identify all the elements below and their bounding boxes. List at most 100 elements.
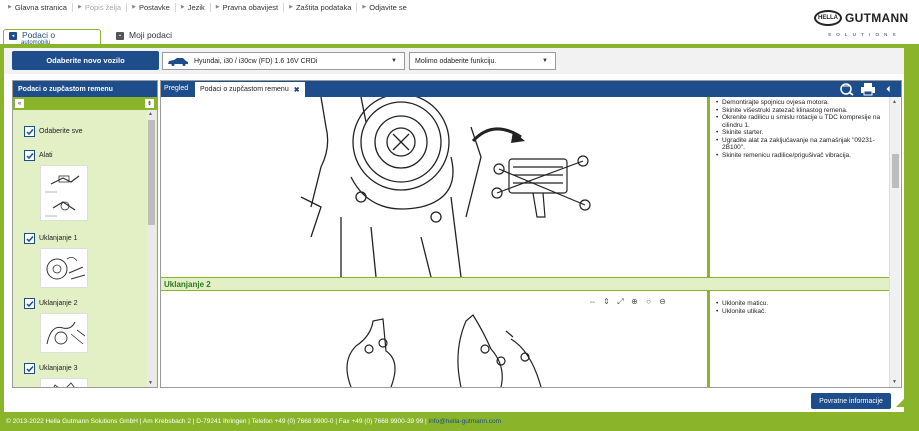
list-item-removal-1[interactable]: Uklanjanje 1 — [24, 233, 78, 244]
vehicle-selection-bar: Odaberite novo vozilo Hyundai, i30 / i30… — [4, 48, 904, 74]
tab-marker-icon: ◂ — [9, 32, 17, 40]
step-item: Uklonite maticu. — [716, 300, 885, 308]
nav-arrow-icon: ▶ — [215, 4, 220, 10]
nav-settings[interactable]: ▶ Postavke — [127, 2, 176, 12]
removal-1-thumbnail[interactable] — [40, 248, 88, 288]
gutmann-wordmark: GUTMANN — [845, 11, 909, 25]
zoom-out-icon[interactable]: ⊖ — [656, 296, 669, 307]
nav-arrow-icon: ▶ — [77, 4, 82, 10]
left-panel-scrollbar[interactable]: ▲ ▼ — [147, 110, 156, 387]
list-item-removal-2[interactable]: Uklanjanje 2 — [24, 298, 78, 309]
removal-2-steps: Uklonite maticu. Uklonite utikač. — [716, 300, 885, 315]
nav-privacy[interactable]: ▶ Zaštita podataka — [284, 2, 358, 12]
scroll-up-icon[interactable]: ▲ — [148, 111, 153, 117]
scroll-up-icon[interactable]: ▲ — [892, 99, 897, 105]
timing-belt-tree-panel: Podaci o zupčastom remenu « ⇟ Odaberite … — [12, 80, 158, 388]
nav-wishlist: ▶ Popis želja — [73, 2, 128, 12]
removal-2-illustration: ⇔ ⇕ ⤢ ⊕ ○ ⊖ — [161, 291, 707, 387]
tab-vehicle-data[interactable]: ◂ Podaci o automobilu — [3, 29, 101, 45]
tab-my-data[interactable]: ▪ Moji podaci — [116, 30, 172, 40]
vehicle-dropdown[interactable]: Hyundai, i30 / i30cw (FD) 1.6 16V CRDi ▼ — [162, 52, 405, 70]
fit-width-icon[interactable]: ⇔ — [586, 296, 599, 307]
left-panel-toolbar: « ⇟ — [13, 97, 157, 110]
select-new-vehicle-button[interactable]: Odaberite novo vozilo — [12, 51, 159, 70]
list-item-tools[interactable]: Alati — [24, 150, 53, 161]
step-item: Skinite remenicu radilice/prigušivač vib… — [716, 152, 885, 160]
nav-arrow-icon: ▶ — [180, 4, 185, 10]
tab-marker-icon: ▪ — [116, 31, 124, 40]
nav-arrow-icon: ▶ — [362, 4, 367, 10]
scrollbar-thumb[interactable] — [148, 120, 155, 225]
zoom-reset-icon[interactable]: ○ — [642, 296, 655, 307]
content-tab-bar: Pregled Podaci o zupčastom remenu ✖ — [161, 81, 901, 97]
step-item: Skinite starter. — [716, 129, 885, 137]
removal-1-instructions: Demontirajte spojnicu ovjesa motora. Ski… — [709, 97, 889, 277]
checkbox-checked-icon[interactable] — [24, 150, 35, 161]
left-panel-title: Podaci o zupčastom remenu — [13, 81, 157, 97]
footer-text: © 2013-2022 Hella Gutmann Solutions GmbH… — [6, 418, 427, 425]
resize-corner-icon — [896, 399, 904, 407]
removal-2-thumbnail[interactable] — [40, 313, 88, 353]
list-item-select-all[interactable]: Odaberite sve — [24, 126, 83, 137]
removal-1-drawing-icon — [46, 257, 86, 280]
nav-language[interactable]: ▶ Jezik — [176, 2, 211, 12]
step-item: Ugradite alat za zaključavanje na zamašn… — [716, 137, 885, 152]
footer: © 2013-2022 Hella Gutmann Solutions GmbH… — [0, 412, 919, 431]
checkbox-checked-icon[interactable] — [24, 233, 35, 244]
section-list: Odaberite sve Alati Uklanjanje 1 Uklanja… — [13, 110, 157, 387]
main-tabs: ◂ Podaci o automobilu ▪ Moji podaci — [0, 24, 919, 45]
checkbox-checked-icon[interactable] — [24, 363, 35, 374]
zoom-in-icon[interactable]: ⊕ — [628, 296, 641, 307]
tab-overview[interactable]: Pregled — [164, 85, 188, 92]
tools-thumbnail[interactable] — [40, 165, 88, 221]
list-item-removal-3[interactable]: Uklanjanje 3 — [24, 363, 78, 374]
checkbox-checked-icon[interactable] — [24, 126, 35, 137]
removal-2-instructions: Uklonite maticu. Uklonite utikač. — [709, 291, 889, 387]
print-icon[interactable] — [860, 82, 876, 96]
step-item: Demontirajte spojnicu ovjesa motora. — [716, 99, 885, 107]
content-scrollbar[interactable]: ▲ ▼ — [889, 97, 900, 387]
step-item: Okrenite radilicu u smislu rotacije u TD… — [716, 114, 885, 129]
function-dropdown[interactable]: Molimo odaberite funkciju. ▼ — [409, 52, 556, 70]
top-navigation: ▶ Glavna stranica ▶ Popis želja ▶ Postavke … — [0, 0, 919, 14]
pin-panel-icon[interactable]: ⇟ — [145, 99, 154, 108]
zoom-settings-icon[interactable] — [839, 82, 855, 96]
timing-belt-pulley-drawing-icon — [300, 97, 591, 277]
nav-arrow-icon: ▶ — [289, 4, 293, 10]
checkbox-checked-icon[interactable] — [24, 298, 35, 309]
nav-home[interactable]: ▶ Glavna stranica — [3, 2, 73, 12]
scroll-down-icon[interactable]: ▼ — [148, 380, 153, 386]
nav-arrow-icon: ▶ — [8, 4, 12, 10]
green-frame-left — [0, 48, 4, 418]
timing-belt-content-panel: Pregled Podaci o zupčastom remenu ✖ • De… — [160, 80, 902, 388]
step-item: Skinite višestruki zatezač klinastog rem… — [716, 107, 885, 115]
green-frame-right — [904, 48, 919, 418]
car-icon — [168, 57, 188, 66]
step-item: Uklonite utikač. — [716, 308, 885, 316]
fit-page-icon[interactable]: ⤢ — [614, 296, 627, 307]
scrollbar-thumb[interactable] — [892, 154, 899, 188]
collapse-right-icon[interactable] — [881, 82, 897, 96]
tools-drawing-icon — [45, 175, 80, 217]
scroll-down-icon[interactable]: ▼ — [892, 379, 897, 385]
nav-logout[interactable]: ▶ Odjavite se — [357, 3, 411, 12]
nav-arrow-icon: ▶ — [132, 4, 136, 10]
removal-1-illustration — [161, 97, 707, 277]
collapse-panel-icon[interactable]: « — [15, 99, 24, 108]
fit-height-icon[interactable]: ⇕ — [600, 296, 613, 307]
close-tab-icon[interactable]: ✖ — [294, 86, 300, 94]
content-toolbar — [834, 82, 897, 96]
removal-3-thumbnail[interactable] — [40, 378, 88, 387]
chevron-down-icon: ▼ — [542, 58, 548, 64]
image-zoom-toolbar: ⇔ ⇕ ⤢ ⊕ ○ ⊖ — [586, 296, 670, 307]
feedback-button[interactable]: Povratne informacije — [811, 393, 891, 409]
section-removal-2-header: Uklanjanje 2 — [161, 277, 889, 291]
footer-email-link[interactable]: info@hella-gutmann.com — [429, 418, 501, 425]
tab-timing-belt-data[interactable]: Podaci o zupčastom remenu ✖ — [195, 82, 305, 97]
section-title: Uklanjanje 2 — [164, 279, 211, 289]
removal-3-drawing-icon — [53, 382, 75, 387]
nav-legal-notice[interactable]: ▶ Pravna obavijest — [211, 2, 285, 12]
removal-1-steps: Demontirajte spojnicu ovjesa motora. Ski… — [716, 99, 885, 159]
removal-2-drawing-icon — [46, 321, 86, 345]
chevron-down-icon: ▼ — [391, 58, 397, 64]
